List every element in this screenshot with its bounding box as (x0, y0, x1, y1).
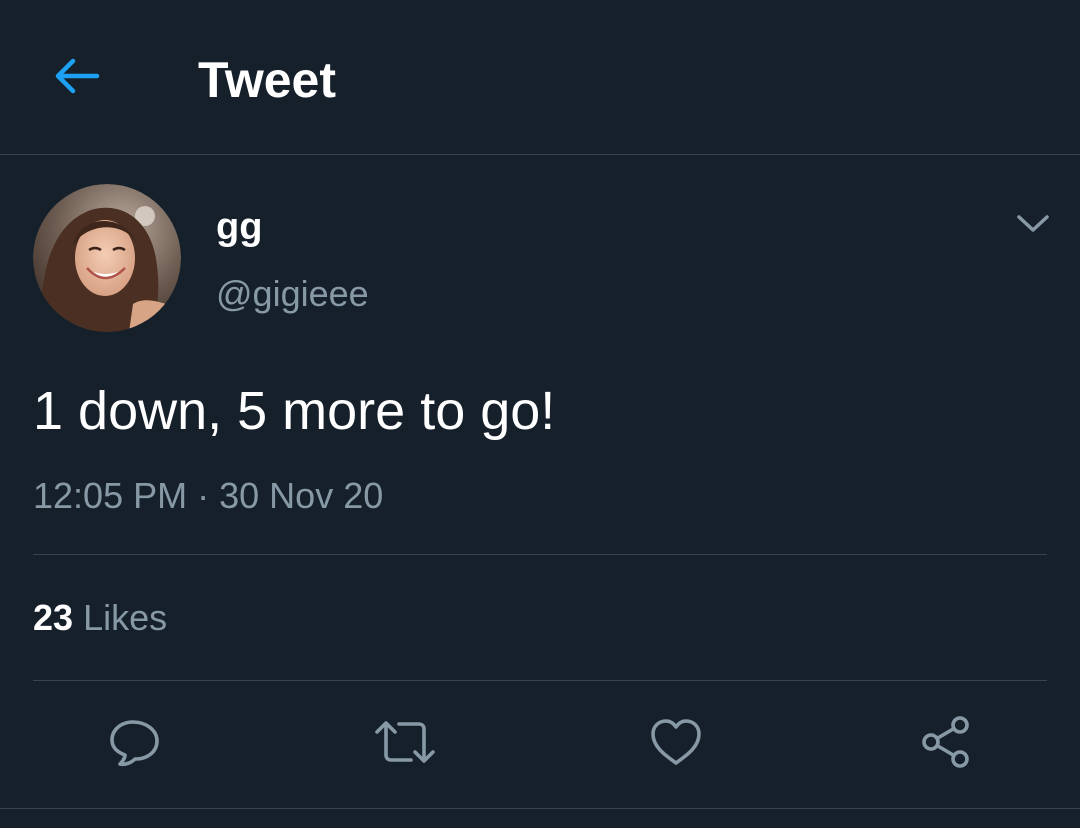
bottom-divider (0, 808, 1080, 809)
like-icon (648, 716, 704, 773)
author-handle[interactable]: @gigieee (216, 272, 369, 316)
reply-button[interactable] (103, 712, 167, 776)
page-title: Tweet (198, 52, 336, 108)
chevron-down-icon (1016, 213, 1050, 238)
divider (33, 680, 1047, 681)
likes-stat[interactable]: 23 Likes (33, 596, 167, 640)
likes-label: Likes (83, 597, 168, 638)
reply-icon (107, 714, 163, 775)
like-button[interactable] (644, 712, 708, 776)
tweet-date: 30 Nov 20 (219, 475, 384, 516)
tweet-menu-button[interactable] (1008, 200, 1058, 250)
retweet-button[interactable] (373, 712, 437, 776)
author-display-name[interactable]: gg (216, 204, 262, 250)
top-bar: Tweet (0, 0, 1080, 155)
meta-separator: · (197, 475, 210, 516)
likes-count: 23 (33, 597, 74, 638)
divider (33, 554, 1047, 555)
tweet-text: 1 down, 5 more to go! (33, 381, 556, 441)
arrow-left-icon (53, 56, 101, 101)
tweet-timestamp[interactable]: 12:05 PM · 30 Nov 20 (33, 474, 383, 518)
tweet-time: 12:05 PM (33, 475, 188, 516)
avatar[interactable] (33, 184, 181, 332)
back-button[interactable] (48, 50, 106, 106)
share-button[interactable] (914, 712, 978, 776)
share-icon (918, 714, 974, 775)
retweet-icon (373, 714, 437, 775)
